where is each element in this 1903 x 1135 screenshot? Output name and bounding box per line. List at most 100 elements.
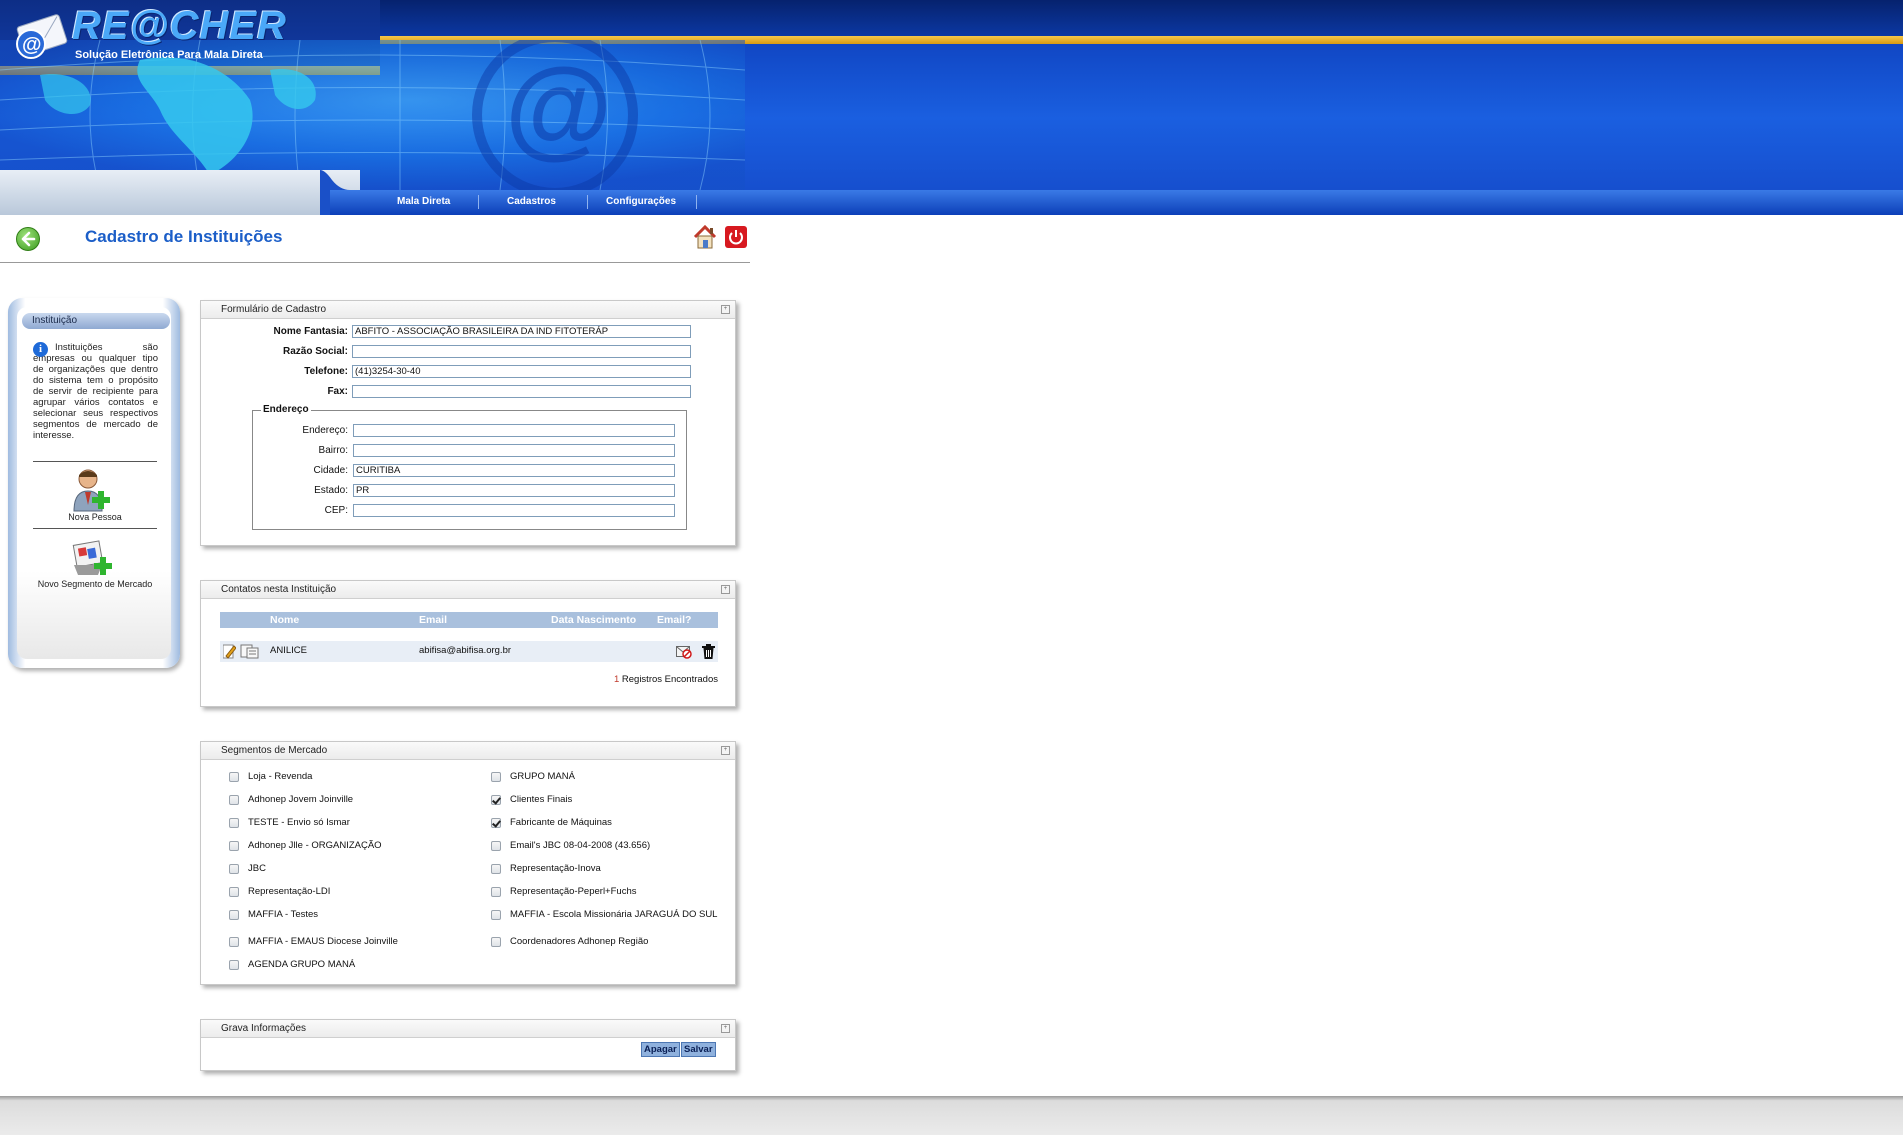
collapse-icon[interactable]: + (721, 585, 730, 594)
trash-icon[interactable] (702, 644, 715, 659)
sidebar-divider (33, 528, 157, 529)
back-arrow-icon[interactable] (16, 227, 40, 251)
new-person-icon[interactable] (70, 467, 120, 513)
panel-title: Segmentos de Mercado (221, 745, 328, 756)
app-logo-subtitle: Solução Eletrônica Para Mala Direta (75, 49, 263, 61)
segment-label[interactable]: Email's JBC 08-04-2008 (43.656) (510, 840, 720, 851)
segment-checkbox[interactable] (229, 841, 239, 851)
segment-label[interactable]: Representação-LDI (248, 886, 418, 897)
segment-checkbox[interactable] (229, 818, 239, 828)
segment-checkbox[interactable] (491, 818, 501, 828)
segment-checkbox[interactable] (229, 795, 239, 805)
segment-label[interactable]: AGENDA GRUPO MANÁ (248, 959, 418, 970)
state-input[interactable] (353, 484, 675, 497)
street-label: Endereço: (302, 425, 348, 436)
segment-label[interactable]: Adhonep Jlle - ORGANIZAÇÃO (248, 840, 418, 851)
nav-separator (696, 195, 697, 209)
nav-separator (478, 195, 479, 209)
records-count: 1 (613, 674, 620, 685)
city-input[interactable] (353, 464, 675, 477)
segment-label[interactable]: Adhonep Jovem Joinville (248, 794, 418, 805)
phone-input[interactable] (352, 365, 691, 378)
segment-checkbox[interactable] (229, 864, 239, 874)
header-banner: @ @ RE@CHER Solução Eletrônica Para Mala… (0, 0, 1903, 215)
panel-title: Grava Informações (221, 1023, 307, 1034)
records-label: Registros Encontrados (621, 674, 718, 685)
new-market-segment-link[interactable]: Novo Segmento de Mercado (35, 579, 155, 589)
app-logo-text: RE@CHER (72, 4, 287, 48)
info-icon: i (33, 342, 48, 357)
edit-pencil-icon[interactable] (222, 644, 237, 659)
fax-label: Fax: (327, 386, 348, 397)
collapse-icon[interactable]: + (721, 746, 730, 755)
delete-button[interactable]: Apagar (641, 1042, 680, 1057)
panel-header: Grava Informações + (201, 1020, 735, 1038)
company-name-input[interactable] (352, 345, 691, 358)
new-person-link[interactable]: Nova Pessoa (55, 512, 135, 522)
segment-checkbox[interactable] (491, 795, 501, 805)
column-header-birth-date[interactable]: Data Nascimento (551, 614, 636, 626)
street-input[interactable] (353, 424, 675, 437)
city-label: Cidade: (313, 465, 348, 476)
column-header-email-flag[interactable]: Email? (657, 614, 691, 626)
page-footer (0, 1096, 1903, 1135)
nav-item-cadastros[interactable]: Cadastros (507, 196, 556, 207)
segment-checkbox[interactable] (229, 960, 239, 970)
trade-name-input[interactable] (352, 325, 691, 338)
contact-name: ANILICE (270, 645, 307, 656)
segment-label[interactable]: TESTE - Envio só Ismar (248, 817, 418, 828)
sidebar-divider (33, 461, 157, 462)
segment-checkbox[interactable] (491, 937, 501, 947)
zip-label: CEP: (324, 505, 348, 516)
nav-bar (330, 190, 1903, 215)
segment-checkbox[interactable] (229, 772, 239, 782)
district-label: Bairro: (318, 445, 348, 456)
segment-label[interactable]: Representação-Peperl+Fuchs (510, 886, 720, 897)
segment-label[interactable]: JBC (248, 863, 418, 874)
phone-label: Telefone: (304, 366, 348, 377)
sidebar-heading: Instituição (22, 313, 170, 329)
district-input[interactable] (353, 444, 675, 457)
address-legend: Endereço (261, 404, 311, 415)
segment-label[interactable]: Loja - Revenda (248, 771, 418, 782)
segment-checkbox[interactable] (491, 887, 501, 897)
segment-checkbox[interactable] (229, 910, 239, 920)
panel-title: Contatos nesta Instituição (221, 584, 337, 595)
view-details-icon[interactable] (240, 644, 260, 659)
segment-checkbox[interactable] (229, 887, 239, 897)
email-blocked-icon[interactable] (676, 645, 692, 659)
segment-label[interactable]: GRUPO MANÁ (510, 771, 720, 782)
home-icon[interactable] (692, 224, 718, 250)
segment-checkbox[interactable] (491, 864, 501, 874)
segment-checkbox[interactable] (229, 937, 239, 947)
segment-label[interactable]: MAFFIA - Escola Missionária JARAGUÁ DO S… (510, 909, 720, 920)
segment-label[interactable]: Clientes Finais (510, 794, 720, 805)
fax-input[interactable] (352, 385, 691, 398)
page-title: Cadastro de Instituições (85, 227, 283, 246)
svg-text:@: @ (22, 34, 42, 56)
svg-text:@: @ (505, 46, 612, 169)
segment-checkbox[interactable] (491, 772, 501, 782)
records-found-summary: 1 Registros Encontrados (560, 674, 718, 685)
collapse-icon[interactable]: + (721, 1024, 730, 1033)
segment-label[interactable]: Coordenadores Adhonep Região (510, 936, 720, 947)
segment-label[interactable]: Representação-Inova (510, 863, 720, 874)
segment-label[interactable]: Fabricante de Máquinas (510, 817, 720, 828)
zip-input[interactable] (353, 504, 675, 517)
nav-item-configuracoes[interactable]: Configurações (606, 196, 676, 207)
envelope-logo-icon: @ (12, 6, 70, 64)
segment-label[interactable]: MAFFIA - EMAUS Diocese Joinville (248, 936, 418, 947)
column-header-email[interactable]: Email (419, 614, 447, 626)
nav-item-mala-direta[interactable]: Mala Direta (397, 196, 450, 207)
state-label: Estado: (314, 485, 348, 496)
column-header-name[interactable]: Nome (270, 614, 299, 626)
segment-checkbox[interactable] (491, 841, 501, 851)
panel-title: Formulário de Cadastro (221, 304, 327, 315)
panel-header: Segmentos de Mercado + (201, 742, 735, 760)
segment-label[interactable]: MAFFIA - Testes (248, 909, 418, 920)
power-logout-icon[interactable] (725, 226, 747, 248)
new-market-segment-icon[interactable] (70, 535, 120, 581)
collapse-icon[interactable]: + (721, 305, 730, 314)
save-button[interactable]: Salvar (681, 1042, 716, 1057)
segment-checkbox[interactable] (491, 910, 501, 920)
